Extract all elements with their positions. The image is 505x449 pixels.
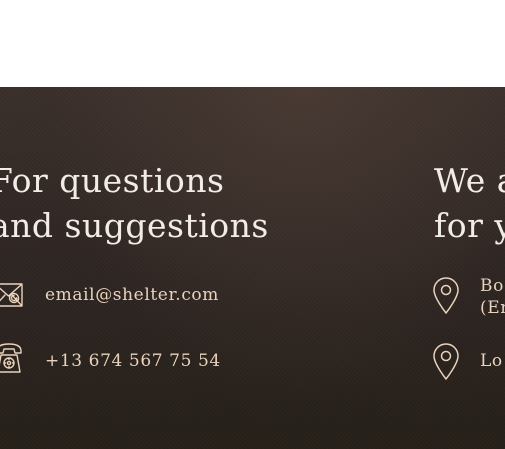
phone-link[interactable]: +13 674 567 75 54 (45, 351, 221, 371)
location-heading-line-2: for y (434, 206, 505, 245)
contact-footer: For questions and suggestions email@shel… (0, 87, 505, 449)
contact-heading-line-1: For questions (0, 161, 225, 200)
contact-heading-line-2: and suggestions (0, 206, 269, 245)
location-heading: We a for y (434, 158, 505, 248)
email-link[interactable]: email@shelter.com (45, 285, 219, 305)
location-heading-line-1: We a (434, 161, 505, 200)
address-1-line-2: (Er (480, 298, 505, 318)
contact-heading: For questions and suggestions (0, 158, 269, 248)
map-pin-icon (432, 343, 460, 381)
address-2: Lo (480, 351, 503, 371)
address-1-line-1: Bo (480, 276, 504, 296)
envelope-icon (0, 281, 24, 309)
map-pin-icon (432, 277, 460, 315)
page: For questions and suggestions email@shel… (0, 0, 505, 449)
telephone-icon (0, 342, 24, 376)
address-1: Bo (Er (480, 275, 505, 319)
